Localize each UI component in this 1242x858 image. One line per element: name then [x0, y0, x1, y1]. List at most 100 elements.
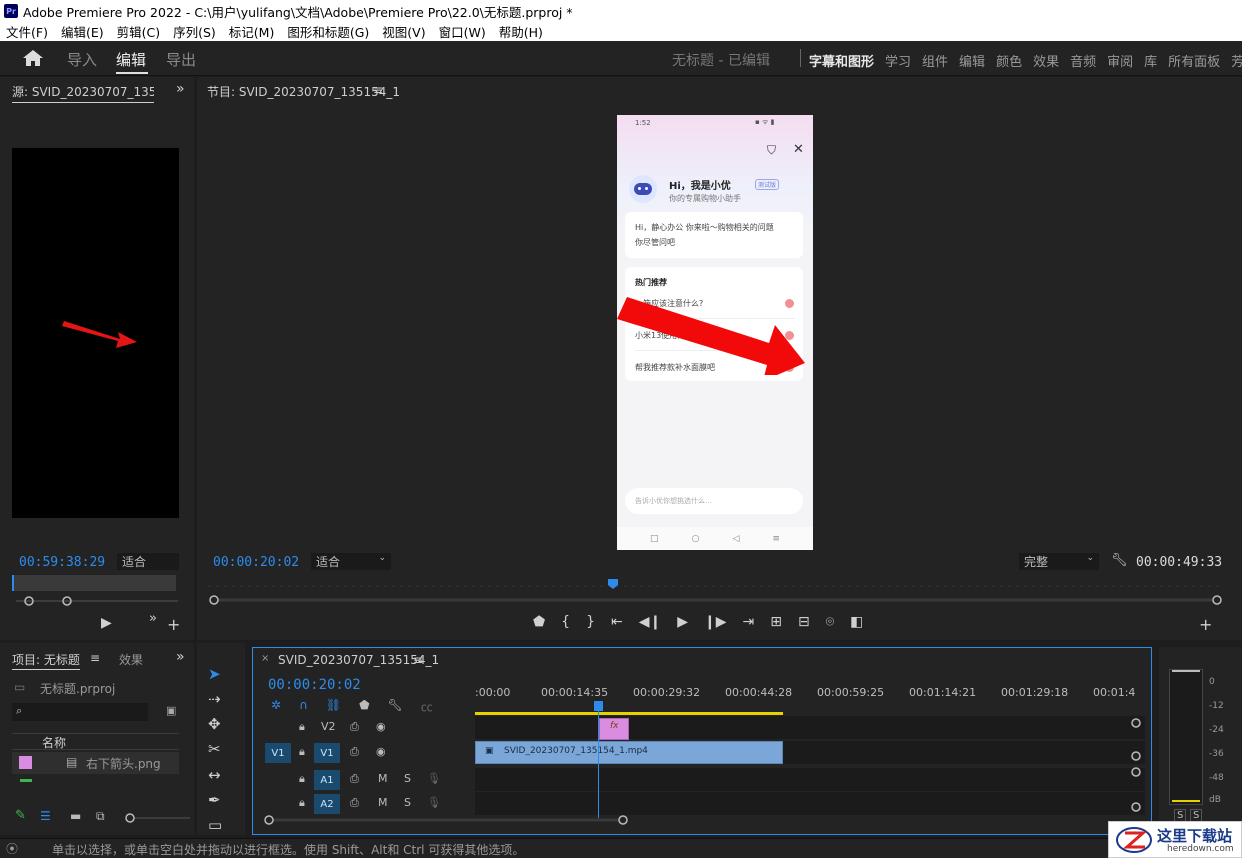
nest-icon[interactable]: ✲: [271, 698, 281, 715]
lift-icon[interactable]: ⊞: [770, 614, 782, 630]
track-height-scrollbar[interactable]: [1129, 716, 1143, 816]
source-monitor-tab[interactable]: 源: SVID_20230707_135154_: [12, 83, 154, 103]
step-forward-icon[interactable]: ❙▶: [704, 614, 727, 630]
ripple-edit-tool-icon[interactable]: ✥: [208, 715, 221, 733]
add-marker-icon[interactable]: ⬟: [533, 614, 545, 630]
slip-tool-icon[interactable]: ↔: [208, 766, 221, 784]
menu-help[interactable]: 帮助(H): [499, 22, 543, 41]
mark-in-icon[interactable]: {: [561, 614, 570, 630]
tab-import[interactable]: 导入: [67, 49, 97, 70]
project-tab[interactable]: 项目: 无标题: [12, 651, 80, 670]
home-icon[interactable]: [22, 49, 44, 67]
timeline-playhead-line[interactable]: [598, 703, 599, 818]
track-a2-lane[interactable]: [475, 792, 1145, 815]
workspace-effects[interactable]: 效果: [1033, 51, 1059, 70]
playback-resolution-dropdown[interactable]: 完整 ⌄: [1019, 553, 1099, 570]
extract-icon[interactable]: ⊟: [798, 614, 810, 630]
settings-wrench-icon[interactable]: 🔧︎: [1111, 553, 1128, 568]
workspace-captions-graphics[interactable]: 字幕和图形: [809, 51, 874, 70]
workspace-assembly[interactable]: 组件: [922, 51, 948, 70]
tab-edit[interactable]: 编辑: [116, 49, 146, 70]
source-add-button-icon[interactable]: +: [167, 615, 180, 634]
project-column-header[interactable]: 名称: [12, 733, 179, 750]
step-back-icon[interactable]: ◀❙: [639, 614, 662, 630]
pencil-icon[interactable]: ✎: [15, 808, 26, 823]
source-fit-dropdown[interactable]: 适合: [117, 553, 179, 570]
timeline-ruler[interactable]: :00:00 00:00:14:35 00:00:29:32 00:00:44:…: [475, 686, 1145, 714]
sync-lock-icon[interactable]: ⎙: [350, 796, 359, 810]
graphic-clip-arrow[interactable]: fx: [599, 718, 629, 740]
menu-clip[interactable]: 剪辑(C): [117, 22, 160, 41]
program-monitor-tab[interactable]: 节目: SVID_20230707_135154_1: [207, 83, 400, 100]
track-select-tool-icon[interactable]: ⇢: [208, 690, 221, 708]
icon-view-icon[interactable]: ▬: [70, 809, 81, 823]
eye-icon[interactable]: ◉: [376, 745, 386, 758]
mute-button[interactable]: M: [378, 796, 388, 809]
program-playhead[interactable]: [608, 579, 618, 589]
track-v1-name[interactable]: V1: [314, 743, 340, 763]
export-frame-icon[interactable]: ⌾: [826, 614, 834, 630]
snap-magnet-icon[interactable]: ∩: [299, 698, 308, 715]
eye-icon[interactable]: ◉: [376, 720, 386, 733]
workspace-review[interactable]: 审阅: [1107, 51, 1133, 70]
lock-icon[interactable]: 🔒︎: [299, 745, 305, 759]
sync-lock-icon[interactable]: ⎙: [350, 745, 359, 759]
workspace-custom[interactable]: 芳芳的: [1231, 51, 1242, 70]
effects-tab[interactable]: 效果: [119, 651, 143, 668]
add-marker-icon[interactable]: ⬟: [359, 698, 369, 715]
lock-icon[interactable]: 🔒︎: [299, 720, 305, 734]
linked-selection-icon[interactable]: ⛓: [326, 698, 341, 715]
rectangle-tool-icon[interactable]: ▭: [208, 816, 222, 834]
workspace-color[interactable]: 颜色: [996, 51, 1022, 70]
project-search-input[interactable]: ⌕: [12, 703, 148, 721]
timeline-timecode[interactable]: 00:00:20:02: [268, 677, 361, 693]
panel-overflow-icon[interactable]: »: [176, 81, 185, 97]
menu-view[interactable]: 视图(V): [382, 22, 425, 41]
track-v2-lane[interactable]: [475, 716, 1145, 739]
play-icon[interactable]: ▶: [677, 614, 688, 630]
project-menu-icon[interactable]: ≡: [90, 651, 100, 665]
program-add-button-icon[interactable]: +: [1199, 615, 1212, 634]
program-zoom-bar[interactable]: [209, 593, 1224, 607]
microphone-icon[interactable]: 🎙︎: [427, 772, 441, 785]
go-to-in-icon[interactable]: ⇤: [611, 614, 623, 630]
track-a1-lane[interactable]: [475, 768, 1145, 791]
work-area-bar[interactable]: [475, 712, 783, 715]
captions-icon[interactable]: ㏄: [421, 698, 433, 715]
program-fit-dropdown[interactable]: 适合 ⌄: [311, 553, 391, 570]
source-zoom-bar[interactable]: [12, 595, 182, 607]
panel-overflow-icon[interactable]: »: [176, 649, 185, 665]
workspace-all-panels[interactable]: 所有面板: [1168, 51, 1220, 70]
program-time-ruler[interactable]: [209, 579, 1219, 593]
menu-window[interactable]: 窗口(W): [439, 22, 486, 41]
source-more-controls-icon[interactable]: »: [149, 611, 157, 626]
new-bin-icon[interactable]: ▣: [166, 704, 176, 717]
sync-lock-icon[interactable]: ⎙: [350, 720, 359, 734]
track-a2-name[interactable]: A2: [314, 794, 340, 814]
video-clip[interactable]: ▣ SVID_20230707_135154_1.mp4: [475, 741, 783, 764]
menu-markers[interactable]: 标记(M): [229, 22, 275, 41]
pen-tool-icon[interactable]: ✒: [208, 791, 221, 809]
tab-export[interactable]: 导出: [166, 49, 196, 70]
solo-button[interactable]: S: [404, 772, 411, 785]
close-tab-icon[interactable]: ×: [261, 653, 269, 664]
sync-lock-icon[interactable]: ⎙: [350, 772, 359, 786]
source-timecode[interactable]: 00:59:38:29: [19, 555, 105, 570]
track-a1-name[interactable]: A1: [314, 770, 340, 790]
list-view-icon[interactable]: ☰: [40, 809, 51, 823]
sequence-menu-icon[interactable]: ≡: [413, 653, 423, 667]
program-timecode[interactable]: 00:00:20:02: [213, 555, 299, 570]
timeline-playhead[interactable]: [594, 701, 603, 711]
mark-out-icon[interactable]: }: [586, 614, 595, 630]
workspace-audio[interactable]: 音频: [1070, 51, 1096, 70]
freeform-view-icon[interactable]: ⧉: [96, 809, 105, 824]
menu-graphics[interactable]: 图形和标题(G): [287, 22, 369, 41]
lock-icon[interactable]: 🔒︎: [299, 772, 305, 786]
program-menu-icon[interactable]: ≡: [373, 83, 383, 97]
solo-button[interactable]: S: [404, 796, 411, 809]
project-item-row[interactable]: ▤ 右下箭头.png: [12, 752, 179, 774]
timeline-zoom-bar[interactable]: [263, 814, 1143, 826]
compare-view-icon[interactable]: ◧: [850, 614, 863, 630]
menu-sequence[interactable]: 序列(S): [173, 22, 216, 41]
thumbnail-size-slider[interactable]: [124, 813, 190, 823]
